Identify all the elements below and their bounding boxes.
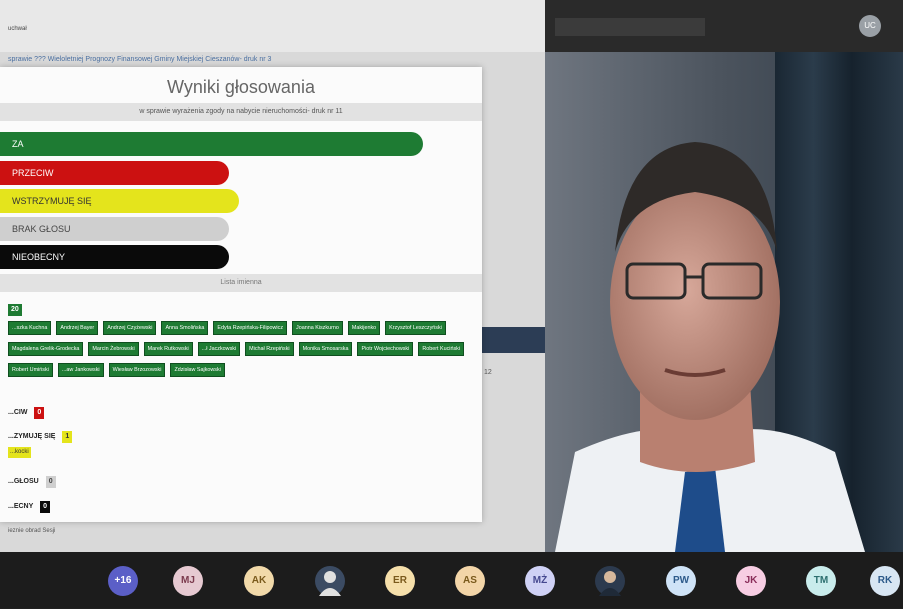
results-subtitle: w sprawie wyrażenia zgody na nabycie nie… <box>139 108 343 115</box>
more-participants-button[interactable]: +16 <box>108 566 138 596</box>
za-count-badge: 20 <box>8 304 22 316</box>
vote-bar-za: ZA <box>0 132 423 156</box>
voter-chip: ...szka Kuchna <box>8 321 52 335</box>
doc-link[interactable]: sprawie ??? Wieloletniej Prognozy Finans… <box>8 56 271 63</box>
voter-chip: Robert Kuciński <box>418 342 465 356</box>
participant-tray: +16 MJ AK ER AS MŻ PW JK TM RK <box>0 552 903 608</box>
background-band <box>478 327 545 353</box>
za-names-list: ...szka Kuchna Andrzej Bayer Andrzej Czy… <box>8 321 478 377</box>
voter-chip: Magdalena Grelik-Grodecka <box>8 342 84 356</box>
vote-bar-brak-glosu: BRAK GŁOSU <box>0 217 229 241</box>
voter-chip: Michał Rzepiński <box>245 342 294 356</box>
speaker-video-image <box>545 52 903 552</box>
participant-avatar[interactable]: AK <box>244 566 274 596</box>
wstrzymuje-count-badge: 1 <box>62 431 73 443</box>
brak-glosu-count-badge: 0 <box>45 476 56 488</box>
speaker-video <box>545 52 903 552</box>
name-list-label: Lista imienna <box>220 279 262 286</box>
call-top-bar: UC <box>545 0 903 52</box>
voter-chip: Joanna Kiszkurno <box>292 321 343 335</box>
participant-avatar[interactable]: TM <box>806 566 836 596</box>
participant-avatar[interactable]: ER <box>385 566 415 596</box>
participant-avatar[interactable]: AS <box>455 566 485 596</box>
doc-header: uchwał <box>8 26 27 32</box>
vote-bar-przeciw: PRZECIW <box>0 161 229 185</box>
voter-chip: ...kocki <box>8 447 31 458</box>
voter-chip: Robert Umiński <box>8 363 53 377</box>
participant-avatar[interactable]: PW <box>666 566 696 596</box>
nieobecny-count-badge: 0 <box>40 501 51 513</box>
voter-chip: Monika Smosarska <box>298 342 353 356</box>
participant-avatar[interactable]: MŻ <box>525 566 555 596</box>
przeciw-group: ...CIW 0 <box>8 407 45 419</box>
voter-chip: Makijenko <box>347 321 381 335</box>
voter-chip: Andrzej Bayer <box>56 321 99 335</box>
voter-chip: Wiesław Brzozowski <box>108 363 166 377</box>
voter-chip: Zdzisław Sajkowski <box>170 363 225 377</box>
shared-topbar <box>0 0 545 52</box>
participant-photo-avatar[interactable] <box>595 566 625 596</box>
przeciw-group-label: ...CIW <box>8 409 28 416</box>
voter-chip: Krzysztof Leszczyński <box>385 321 446 335</box>
voter-chip: Marcin Żebrowski <box>88 342 139 356</box>
participant-avatar[interactable]: RK <box>870 566 900 596</box>
vote-bar-wstrzymuje: WSTRZYMUJĘ SIĘ <box>0 189 239 213</box>
vote-bar-nieobecny: NIEOBECNY <box>0 245 229 269</box>
voter-chip: Edyta Rzepińska-Filipowicz <box>213 321 288 335</box>
background-number: 12 <box>484 369 492 376</box>
call-title-field <box>555 18 705 36</box>
voter-chip: ...aw Jankowski <box>57 363 104 377</box>
voter-chip: Andrzej Czyżewski <box>103 321 157 335</box>
participant-avatar[interactable]: MJ <box>173 566 203 596</box>
brak-glosu-group-label: ...GŁOSU <box>8 478 39 485</box>
nieobecny-group: ...ECNY 0 <box>8 501 51 513</box>
brak-glosu-group: ...GŁOSU 0 <box>8 476 56 488</box>
person-icon <box>599 571 621 596</box>
results-subtitle-bar: w sprawie wyrażenia zgody na nabycie nie… <box>0 103 482 121</box>
wstrzymuje-group: ...ZYMUJĘ SIĘ 1 <box>8 431 73 443</box>
nieobecny-group-label: ...ECNY <box>8 503 34 510</box>
person-icon <box>319 571 341 596</box>
voter-chip: Anna Smolińska <box>161 321 209 335</box>
user-avatar[interactable]: UC <box>859 15 881 37</box>
name-list-bar: Lista imienna <box>0 274 482 292</box>
participant-photo-avatar[interactable] <box>315 566 345 596</box>
voter-chip: ...ł Jaczkowski <box>197 342 241 356</box>
wstrzymuje-group-label: ...ZYMUJĘ SIĘ <box>8 433 56 440</box>
results-title: Wyniki głosowania <box>167 77 315 97</box>
participant-avatar[interactable]: JK <box>736 566 766 596</box>
shared-screen: uchwał sprawie ??? Wieloletniej Prognozy… <box>0 0 545 552</box>
doc-footer: ieznie obrad Sesji <box>8 528 56 534</box>
voting-results-card: Wyniki głosowania w sprawie wyrażenia zg… <box>0 67 482 522</box>
voter-chip: Marek Rutkowski <box>143 342 193 356</box>
przeciw-count-badge: 0 <box>34 407 45 419</box>
voter-chip: Piotr Wojciechowski <box>357 342 414 356</box>
